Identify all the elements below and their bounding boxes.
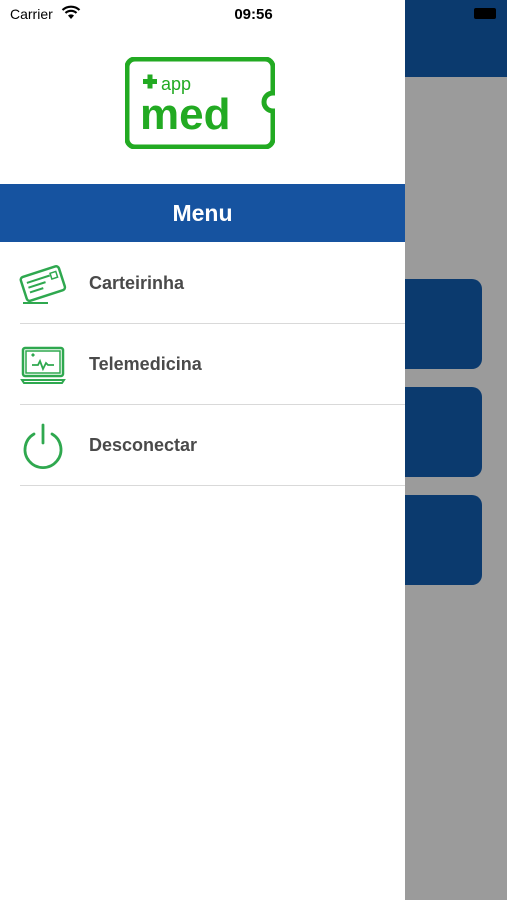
svg-text:med: med xyxy=(140,90,230,139)
menu-item-carteirinha[interactable]: Carteirinha xyxy=(0,243,405,324)
menu-item-desconectar[interactable]: Desconectar xyxy=(0,405,405,486)
monitor-heartbeat-icon xyxy=(20,346,66,384)
menu-header: Menu xyxy=(0,184,405,242)
power-icon xyxy=(23,423,63,469)
background-card[interactable] xyxy=(405,279,482,369)
menu-item-label: Carteirinha xyxy=(89,273,185,293)
menu-item-telemedicina[interactable]: Telemedicina xyxy=(0,324,405,405)
background-card[interactable] xyxy=(405,495,482,585)
side-menu-drawer: Carrier app med Menu Carteirinha Telemed… xyxy=(0,0,405,900)
menu-title: Menu xyxy=(172,199,233,226)
status-time: 09:56 xyxy=(234,6,273,23)
menu-list: Carteirinha Telemedicina Desconectar xyxy=(0,243,405,486)
menu-item-label: Desconectar xyxy=(89,435,198,455)
app-med-logo: app med xyxy=(125,57,275,149)
background-card[interactable] xyxy=(405,387,482,477)
id-card-icon xyxy=(19,264,67,304)
divider xyxy=(20,485,405,486)
menu-item-label: Telemedicina xyxy=(89,354,202,374)
